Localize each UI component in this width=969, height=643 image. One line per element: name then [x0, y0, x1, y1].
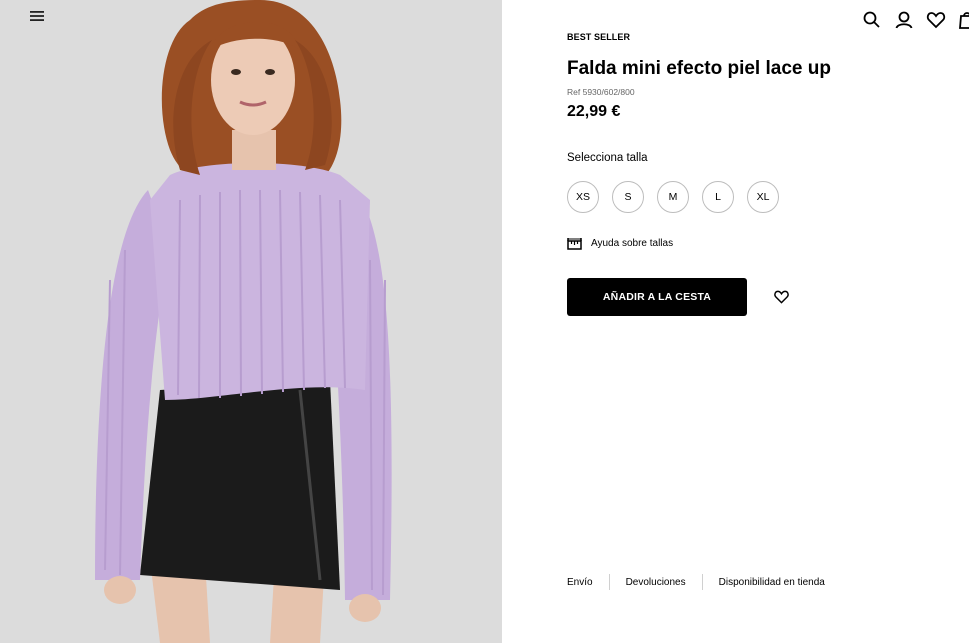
size-option-xs[interactable]: XS — [567, 181, 599, 213]
size-guide-link[interactable]: Ayuda sobre tallas — [567, 237, 673, 250]
hamburger-menu-button[interactable] — [30, 10, 50, 30]
cart-button[interactable] — [957, 10, 969, 30]
size-option-l[interactable]: L — [702, 181, 734, 213]
model-illustration — [0, 0, 502, 643]
size-selector-label: Selecciona talla — [567, 152, 648, 164]
divider — [608, 574, 610, 590]
product-footer-links: Envío Devoluciones Disponibilidad en tie… — [567, 574, 825, 590]
product-price: 22,99 € — [567, 103, 621, 120]
account-button[interactable] — [894, 10, 914, 30]
heart-icon — [774, 290, 789, 304]
bag-icon — [959, 12, 969, 29]
size-selector: XS S M L XL — [567, 181, 779, 213]
divider — [701, 574, 703, 590]
returns-link[interactable]: Devoluciones — [626, 577, 686, 588]
hamburger-menu-icon — [30, 11, 44, 21]
store-availability-link[interactable]: Disponibilidad en tienda — [719, 577, 825, 588]
search-icon — [863, 11, 880, 28]
size-option-m[interactable]: M — [657, 181, 689, 213]
product-image — [0, 0, 502, 643]
best-seller-badge: BEST SELLER — [567, 32, 631, 42]
size-option-xl[interactable]: XL — [747, 181, 779, 213]
ruler-icon — [567, 238, 582, 250]
size-guide-label: Ayuda sobre tallas — [591, 238, 674, 249]
wishlist-button[interactable] — [926, 10, 946, 30]
product-reference: Ref 5930/602/800 — [567, 87, 635, 97]
search-button[interactable] — [862, 10, 882, 30]
heart-icon — [926, 12, 946, 29]
size-option-s[interactable]: S — [612, 181, 644, 213]
user-icon — [895, 11, 913, 29]
add-to-wishlist-button[interactable] — [773, 289, 790, 305]
product-title: Falda mini efecto piel lace up — [567, 58, 831, 79]
shipping-link[interactable]: Envío — [567, 577, 593, 588]
add-to-cart-button[interactable]: AÑADIR A LA CESTA — [567, 278, 747, 316]
